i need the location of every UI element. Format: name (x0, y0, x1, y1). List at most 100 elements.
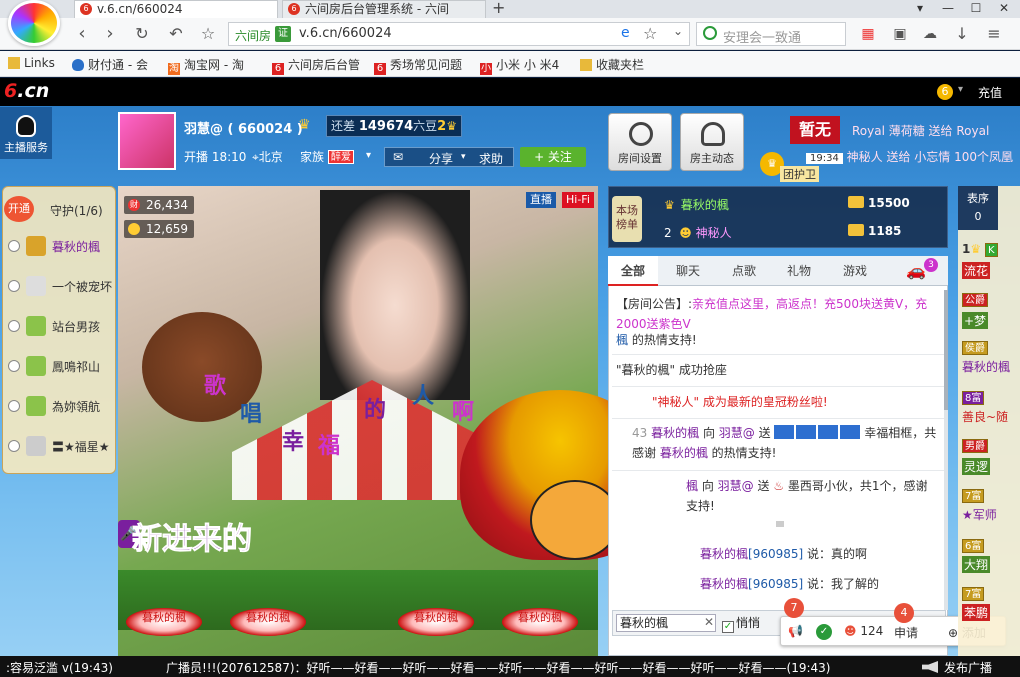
user-list-item[interactable]: 侯爵 (962, 340, 988, 355)
bookmark-favorites[interactable]: 收藏夹栏 (580, 56, 644, 73)
user-name[interactable]: 苯鹏 (962, 604, 991, 621)
browser-logo-icon[interactable] (8, 0, 60, 46)
user-name[interactable]: +梦 (962, 312, 989, 329)
address-bar[interactable]: 六间房 证 v.6.cn/660024 e ☆ ⌄ (228, 22, 690, 46)
tab-song[interactable]: 点歌 (716, 256, 772, 286)
share-button[interactable]: 分享 (429, 150, 453, 167)
tab-gift[interactable]: 礼物 (772, 256, 826, 286)
user-list-item[interactable]: 6富 (962, 538, 985, 553)
chat-scroll-thumb[interactable] (944, 290, 948, 410)
guard-item[interactable]: 站台男孩 (8, 316, 116, 336)
resize-handle[interactable] (776, 521, 784, 527)
family-tag[interactable]: 醉爱 (328, 150, 354, 164)
rank-badge[interactable]: 本场榜单 (612, 196, 642, 242)
browser-tab[interactable]: 6 六间房后台管理系统 - 六间 (282, 0, 486, 18)
user-name[interactable]: 善良~随 (962, 408, 1008, 425)
forward-icon[interactable]: › (98, 22, 122, 46)
menu-icon[interactable]: ≡ (982, 22, 1006, 46)
user-list-item[interactable]: 男爵 (962, 438, 988, 453)
follow-button[interactable]: + 关注 (520, 147, 586, 167)
guard-item[interactable]: 暮秋的楓 (8, 236, 116, 256)
family-dropdown-icon[interactable]: ▾ (366, 150, 371, 161)
user-name[interactable]: ★军师 (962, 506, 997, 523)
user-list-item[interactable]: 1♛ K (962, 242, 998, 257)
live-tag[interactable]: 直播 (526, 192, 556, 208)
guard-item[interactable]: 鳳鳴祁山 (8, 356, 116, 376)
coin-dropdown-icon[interactable]: ▾ (958, 84, 963, 95)
cloud-icon[interactable]: ☁ (918, 22, 942, 46)
trophy-icon: ♛ (664, 198, 675, 212)
gift-icon: ♨ (773, 479, 785, 493)
search-box[interactable]: 安理会一致通 (696, 22, 846, 46)
search-input[interactable]: 安理会一致通 (723, 27, 801, 46)
bookmark-six-faq[interactable]: 6 秀场常见问题 (374, 56, 462, 75)
newcomer-banner: 新进来的 (132, 522, 253, 558)
screenshot-icon[interactable]: ▣ (888, 22, 912, 46)
audience-count[interactable]: ☻ 124 (844, 624, 883, 638)
tab-chat[interactable]: 聊天 (660, 256, 716, 286)
tab-all[interactable]: 全部 (608, 256, 658, 286)
user-name[interactable]: 大翔 (962, 556, 991, 573)
user-list-item[interactable]: 8富 (962, 390, 985, 405)
sort-button[interactable]: 表序 0 (958, 186, 998, 230)
six-icon: 6 (272, 63, 284, 75)
site-logo[interactable]: 6.cn (4, 80, 49, 102)
recharge-link[interactable]: 充值 (978, 84, 1002, 101)
check-icon[interactable]: ✓ (816, 624, 832, 640)
apply-button[interactable]: 申请 (894, 624, 918, 641)
user-name[interactable]: 暮秋的楓 (962, 358, 1010, 375)
ie-icon[interactable]: e (621, 25, 630, 41)
anchor-service-button[interactable]: 主播服务 (0, 107, 52, 159)
new-tab-button[interactable]: + (492, 0, 505, 16)
tab-game[interactable]: 游戏 (826, 256, 884, 286)
share-dropdown-icon[interactable]: ▾ (461, 152, 466, 162)
user-list-item[interactable]: 7富 (962, 488, 985, 503)
guard-item[interactable]: 一个被宠坏 (8, 276, 116, 296)
user-list-item[interactable]: 7富 (962, 586, 985, 601)
notice-icon[interactable]: 📢 (788, 624, 803, 638)
refresh-icon[interactable]: ↻ (130, 22, 154, 46)
user-list-item[interactable]: 公爵 (962, 292, 988, 307)
checkbox-icon: ✓ (722, 621, 734, 633)
open-guard-button[interactable]: 开通 (4, 196, 34, 222)
clear-target-icon[interactable]: ✕ (704, 615, 714, 629)
mail-icon[interactable]: ✉ (393, 150, 403, 164)
dropdown-icon[interactable]: ⌄ (673, 24, 683, 38)
room-settings-button[interactable]: 房间设置 (608, 113, 672, 171)
download-icon[interactable]: ↓ (950, 22, 974, 46)
crown-icon: ♛ (298, 117, 311, 133)
chat-target-select[interactable]: 暮秋的楓 (616, 614, 716, 632)
star-icon[interactable]: ☆ (196, 22, 220, 46)
rank-row[interactable]: 2 ☻ 神秘人 (664, 224, 732, 241)
mexican-guy-face (530, 480, 620, 560)
host-avatar[interactable] (118, 112, 176, 170)
bookmark-six-admin[interactable]: 6 六间房后台管 (272, 56, 360, 75)
hifi-tag[interactable]: Hi-Fi (562, 192, 594, 208)
browser-tab-active[interactable]: 6 v.6.cn/660024 (74, 0, 278, 18)
apps-icon[interactable]: ▦ (856, 22, 880, 46)
whisper-toggle[interactable]: ✓ 悄悄 (722, 614, 760, 633)
help-button[interactable]: 求助 (479, 150, 503, 167)
close-icon[interactable]: ✕ (990, 0, 1018, 18)
undo-icon[interactable]: ↶ (164, 22, 188, 46)
maximize-icon[interactable]: ☐ (962, 0, 990, 18)
guard-item[interactable]: 為妳領航 (8, 396, 116, 416)
fans-stat: 12,659 (124, 220, 194, 238)
host-feed-button[interactable]: 房主动态 (680, 113, 744, 171)
guard-team-label[interactable]: 团护卫 (780, 166, 819, 182)
bookmark-taobao[interactable]: 淘淘宝网 - 淘 (168, 56, 244, 75)
publish-broadcast-button[interactable]: 发布广播 (944, 659, 992, 676)
back-icon[interactable]: ‹ (70, 22, 94, 46)
bookmark-tenpay[interactable]: 财付通 - 会 (72, 56, 148, 73)
user-name[interactable]: 流花 (962, 262, 991, 279)
url-text[interactable]: v.6.cn/660024 (299, 26, 392, 41)
rank-row[interactable]: ♛ 暮秋的楓 (664, 196, 729, 213)
bookmark-links[interactable]: Links (8, 56, 55, 70)
minimize-icon[interactable]: — (934, 0, 962, 18)
coin-icon[interactable]: 6 (937, 84, 953, 100)
user-name[interactable]: 灵逻 (962, 458, 991, 475)
bookmark-star-icon[interactable]: ☆ (643, 24, 657, 43)
tab-list-icon[interactable]: ▾ (906, 0, 934, 18)
guard-item[interactable]: 〓★福星★ (8, 436, 116, 456)
bookmark-mi[interactable]: 小小米 小 米4 (480, 56, 559, 75)
